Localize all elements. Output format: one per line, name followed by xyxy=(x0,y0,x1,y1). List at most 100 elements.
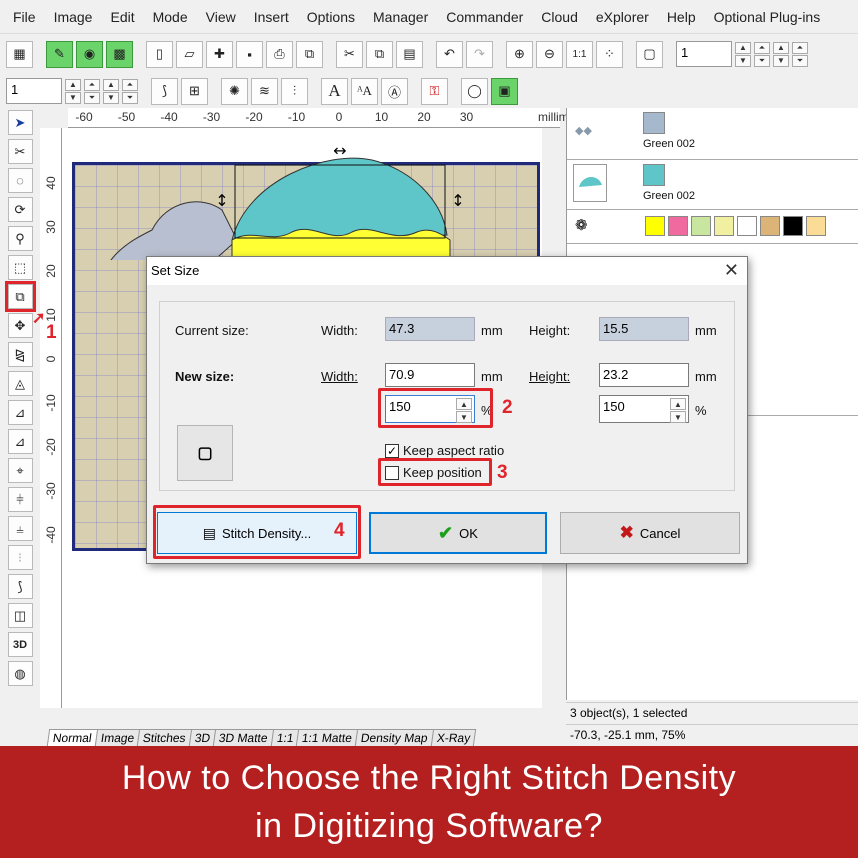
ok-button[interactable]: ✔ OK xyxy=(369,512,547,554)
palette-color-swatch[interactable] xyxy=(783,216,803,236)
marquee-icon[interactable]: ⬚ xyxy=(7,255,33,280)
spin2-top-icon[interactable]: ⏶ xyxy=(84,78,100,91)
spin-up-icon[interactable]: ▲ xyxy=(735,41,751,54)
save-button[interactable]: ▪ xyxy=(236,40,263,68)
move-icon[interactable]: ✥ xyxy=(7,313,33,338)
text-curve-button[interactable]: ᴬA xyxy=(351,77,378,105)
view-tab[interactable]: 3D Matte xyxy=(212,729,274,746)
new-width-input[interactable]: 70.9 xyxy=(385,363,475,387)
rotate-left-icon[interactable]: ⊿ xyxy=(7,400,33,425)
stitch-player-icon[interactable]: ⟆ xyxy=(7,574,33,599)
menu-item[interactable]: Edit xyxy=(101,9,143,25)
spin3-up-icon[interactable]: ▲ xyxy=(103,78,119,91)
trim-tool-button[interactable]: ⊞ xyxy=(181,77,208,105)
menu-item[interactable]: Help xyxy=(658,9,705,25)
zoom-1to1-button[interactable]: 1:1 xyxy=(566,40,593,68)
align-vertical-icon[interactable]: ⫨ xyxy=(7,516,33,541)
palette-color-swatch[interactable] xyxy=(645,216,665,236)
zoom-out-button[interactable]: ⊖ xyxy=(536,40,563,68)
palette-color-swatch[interactable] xyxy=(737,216,757,236)
rotate-icon[interactable]: ⟳ xyxy=(7,197,33,222)
monogram-button[interactable]: Ⓐ xyxy=(381,77,408,105)
lasso-icon[interactable]: ◌ xyxy=(7,168,33,193)
menu-item[interactable]: Commander xyxy=(437,9,532,25)
set-size-icon[interactable]: ⧉ xyxy=(4,281,36,312)
mirror-vertical-icon[interactable]: ◬ xyxy=(7,371,33,396)
print-button[interactable]: ⎙ xyxy=(266,40,293,68)
menu-item[interactable]: Manager xyxy=(364,9,437,25)
spin2-down-icon[interactable]: ▼ xyxy=(65,91,81,104)
spin4-up-icon[interactable]: ⏶ xyxy=(122,78,138,91)
zoom-fit-button[interactable]: ⁘ xyxy=(596,40,623,68)
show-icon[interactable]: ◍ xyxy=(7,661,33,686)
move-up-icon[interactable]: ▲ xyxy=(773,41,789,54)
spin-bottom-icon[interactable]: ⏷ xyxy=(754,54,770,67)
object-row[interactable]: ◆◆ Green 002 xyxy=(567,108,858,160)
spin2-bottom-icon[interactable]: ⏷ xyxy=(84,91,100,104)
spin2-up-icon[interactable]: ▲ xyxy=(65,78,81,91)
menu-item[interactable]: File xyxy=(4,9,45,25)
spin3-down-icon[interactable]: ▼ xyxy=(103,91,119,104)
move-first-icon[interactable]: ⏶ xyxy=(792,41,808,54)
palette-color-swatch[interactable] xyxy=(691,216,711,236)
palette-color-swatch[interactable] xyxy=(668,216,688,236)
wave-button[interactable]: ≋ xyxy=(251,77,278,105)
open-file-button[interactable]: ▱ xyxy=(176,40,203,68)
cut-button[interactable]: ✂ xyxy=(336,40,363,68)
view-tab[interactable]: Stitches xyxy=(136,729,192,746)
redo-button[interactable]: ↷ xyxy=(466,40,493,68)
copy-button[interactable]: ⧉ xyxy=(366,40,393,68)
open-library-button[interactable]: ▦ xyxy=(6,40,33,68)
column-button[interactable]: ⫶ xyxy=(281,77,308,105)
wizard-button[interactable]: ✎ xyxy=(46,40,73,68)
spin4-down-icon[interactable]: ⏷ xyxy=(122,91,138,104)
center-icon[interactable]: ⌖ xyxy=(7,458,33,483)
secondary-spin-input[interactable]: 1 xyxy=(6,78,62,104)
spin-top-icon[interactable]: ⏶ xyxy=(754,41,770,54)
cancel-button[interactable]: ✖ Cancel xyxy=(560,512,740,554)
menu-item[interactable]: Optional Plug-ins xyxy=(705,9,830,25)
zoom-in-button[interactable]: ⊕ xyxy=(506,40,533,68)
key-button[interactable]: ⚿ xyxy=(421,77,448,105)
view-3d-icon[interactable]: 3D xyxy=(7,632,33,657)
keep-aspect-ratio-checkbox[interactable]: ✓ Keep aspect ratio xyxy=(385,443,504,458)
view-tab[interactable]: 1:1 Matte xyxy=(296,729,359,746)
menu-item[interactable]: Cloud xyxy=(532,9,587,25)
close-icon[interactable]: ✕ xyxy=(724,260,739,281)
menu-item[interactable]: Options xyxy=(298,9,364,25)
pattern-button[interactable]: ▩ xyxy=(106,40,133,68)
move-last-icon[interactable]: ⏷ xyxy=(792,54,808,67)
distribute-icon[interactable]: ⁝ xyxy=(7,545,33,570)
stitch-tool-button[interactable]: ⟆ xyxy=(151,77,178,105)
view-tab[interactable]: Image xyxy=(94,729,141,746)
toolbar-spin-input[interactable]: 1 xyxy=(676,41,732,67)
canvas-horizontal-scrollbar[interactable] xyxy=(62,708,560,726)
palette-color-swatch[interactable] xyxy=(806,216,826,236)
undo-button[interactable]: ↶ xyxy=(436,40,463,68)
hoop-view-icon[interactable]: ◫ xyxy=(7,603,33,628)
merge-button[interactable]: ✚ xyxy=(206,40,233,68)
view-tab[interactable]: Normal xyxy=(46,729,98,746)
menu-item[interactable]: Insert xyxy=(245,9,298,25)
palette-color-swatch[interactable] xyxy=(760,216,780,236)
menu-item[interactable]: eXplorer xyxy=(587,9,658,25)
view-tab[interactable]: X-Ray xyxy=(430,729,477,746)
height-percent-up-icon[interactable]: ▲ xyxy=(670,398,686,410)
object-row[interactable]: Green 002 xyxy=(567,160,858,210)
shape-button[interactable]: ◯ xyxy=(461,77,488,105)
move-down-icon[interactable]: ▼ xyxy=(773,54,789,67)
camera-button[interactable]: ◉ xyxy=(76,40,103,68)
rotate-right-icon[interactable]: ⊿ xyxy=(7,429,33,454)
select-arrow-icon[interactable]: ➤ xyxy=(7,110,33,135)
color-button[interactable]: ▣ xyxy=(491,77,518,105)
stitch-edit-icon[interactable]: ✂ xyxy=(7,139,33,164)
paste-button[interactable]: ▤ xyxy=(396,40,423,68)
sparkle-button[interactable]: ✺ xyxy=(221,77,248,105)
zoom-icon[interactable]: ⚲ xyxy=(7,226,33,251)
object-row[interactable]: ❁ xyxy=(567,210,858,244)
text-button[interactable]: A xyxy=(321,77,348,105)
hoop-button[interactable]: ▢ xyxy=(636,40,663,68)
view-tab[interactable]: Density Map xyxy=(355,729,435,746)
new-file-button[interactable]: ▯ xyxy=(146,40,173,68)
menu-item[interactable]: View xyxy=(197,9,245,25)
